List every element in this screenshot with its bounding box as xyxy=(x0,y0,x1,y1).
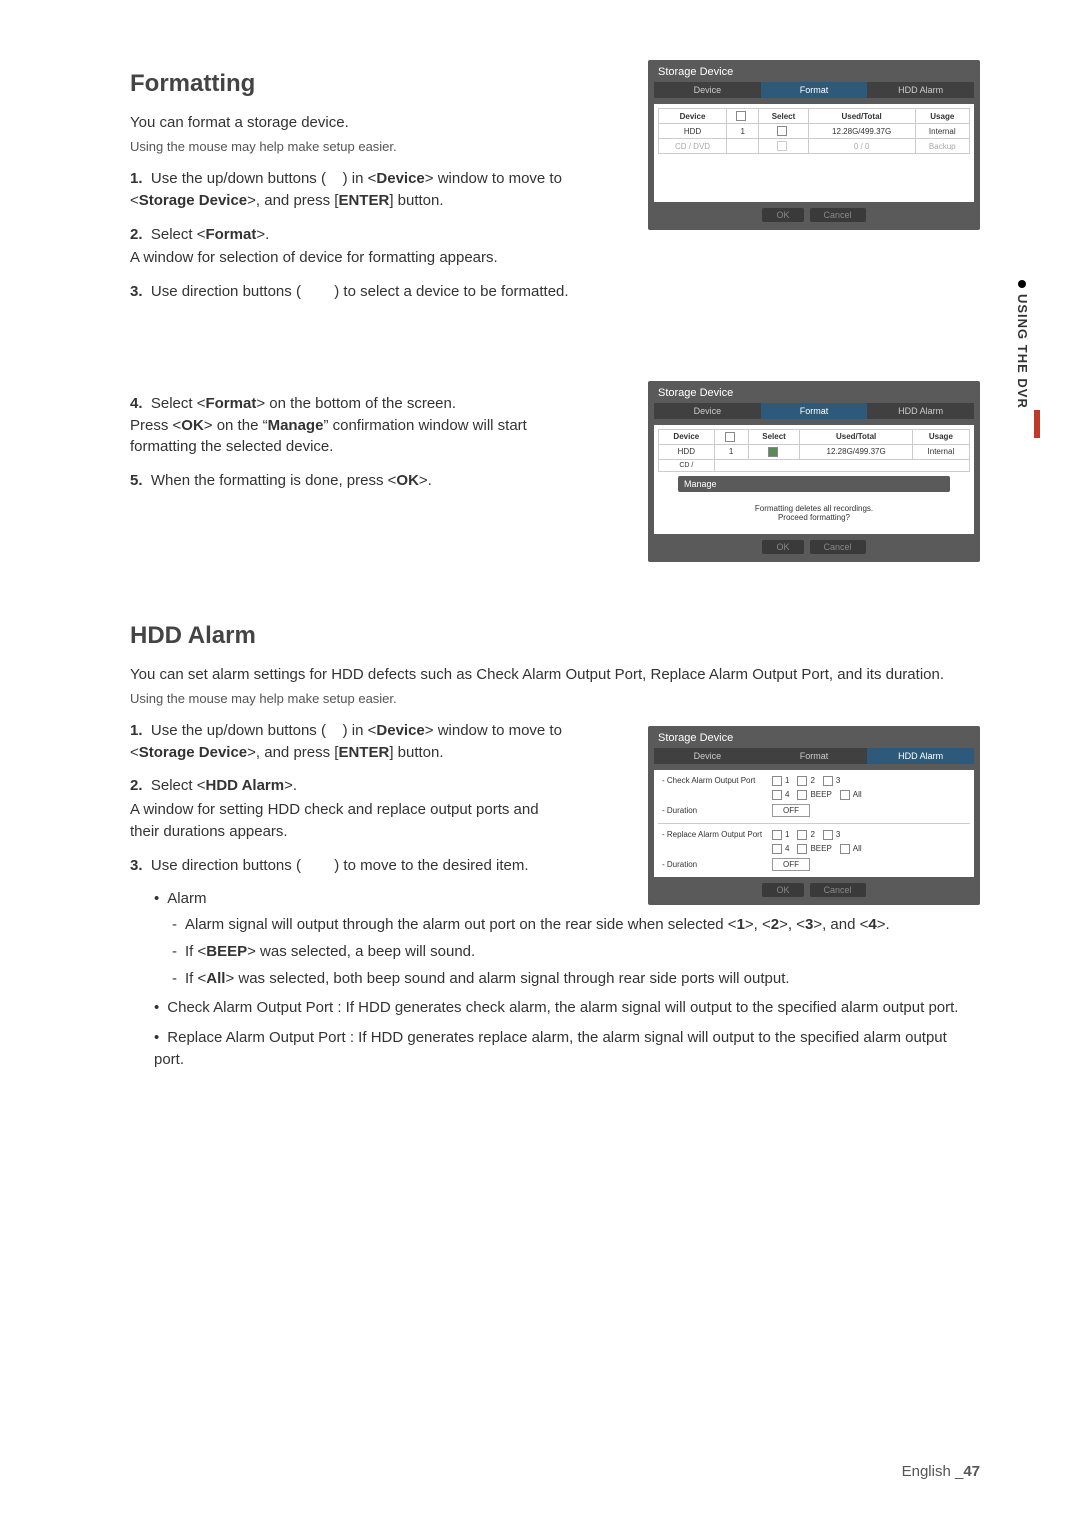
screenshot-hdd-alarm: Storage Device Device Format HDD Alarm -… xyxy=(648,726,980,905)
page-footer: English _47 xyxy=(902,1463,980,1480)
window-title: Storage Device xyxy=(658,66,733,78)
step-5: 5. When the formatting is done, press <O… xyxy=(130,470,570,492)
manage-dialog-title: Manage xyxy=(678,476,950,492)
step-4: 4. Select <Format> on the bottom of the … xyxy=(130,393,570,458)
tab-hdd-alarm[interactable]: HDD Alarm xyxy=(867,82,974,98)
side-accent-bar xyxy=(1034,410,1040,438)
device-table: DeviceSelectUsed/TotalUsage HDD112.28G/4… xyxy=(658,108,970,154)
ha-step-2: 2. Select <HDD Alarm>.A window for setti… xyxy=(130,775,570,842)
cancel-button[interactable]: Cancel xyxy=(810,208,866,222)
ha-step-1: 1. Use the up/down buttons ( ) in <Devic… xyxy=(130,720,570,764)
ha-step-3: 3. Use direction buttons ( ) to move to … xyxy=(130,855,570,877)
tab-device[interactable]: Device xyxy=(654,82,761,98)
step-3: 3. Use direction buttons ( ) to select a… xyxy=(130,281,570,303)
bullet-check-alarm: Check Alarm Output Port : If HDD generat… xyxy=(154,997,980,1019)
screenshot-format-list: Storage Device Device Format HDD Alarm D… xyxy=(648,60,980,230)
section-heading-hdd-alarm: HDD Alarm xyxy=(130,622,980,650)
side-tab: USING THE DVR xyxy=(1015,280,1030,409)
screenshot-format-confirm: Storage Device Device Format HDD Alarm D… xyxy=(648,381,980,562)
hdd-alarm-tip: Using the mouse may help make setup easi… xyxy=(130,691,980,706)
dash-all: If <All> was selected, both beep sound a… xyxy=(172,968,980,989)
bullet-replace-alarm: Replace Alarm Output Port : If HDD gener… xyxy=(154,1027,980,1071)
step-1: 1. Use the up/down buttons ( ) in <Devic… xyxy=(130,168,570,212)
dash-beep: If <BEEP> was selected, a beep will soun… xyxy=(172,941,980,962)
step-2: 2. Select <Format>.A window for selectio… xyxy=(130,224,570,270)
hdd-alarm-intro: You can set alarm settings for HDD defec… xyxy=(130,666,980,683)
dash-alarm-ports: Alarm signal will output through the ala… xyxy=(172,914,980,935)
tab-format[interactable]: Format xyxy=(761,82,868,98)
ok-button[interactable]: OK xyxy=(762,208,803,222)
